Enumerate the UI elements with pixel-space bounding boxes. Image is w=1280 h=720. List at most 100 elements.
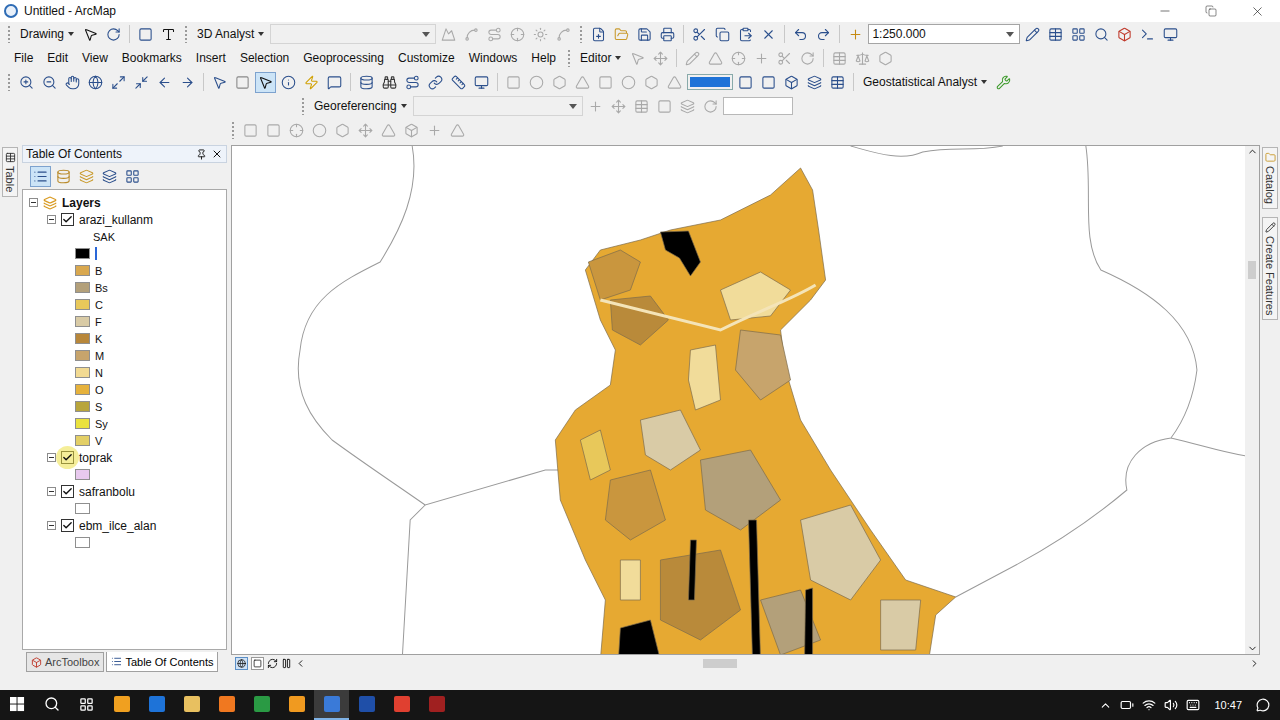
save-button[interactable] [634, 24, 655, 45]
steepest-path-button[interactable] [461, 24, 482, 45]
legend-swatch[interactable] [75, 435, 90, 446]
editor-toolbar-button[interactable] [1022, 24, 1043, 45]
restore-button[interactable] [1188, 0, 1234, 22]
html-popup-button[interactable] [324, 72, 345, 93]
data-view-button[interactable] [235, 657, 248, 670]
close-panel-icon[interactable] [211, 148, 223, 160]
network-icon[interactable] [1142, 698, 1156, 712]
taskbar-app[interactable] [104, 690, 139, 720]
notifications-icon[interactable] [1256, 698, 1270, 712]
legend-label[interactable]: V [95, 435, 102, 447]
edit-annotation-button[interactable] [650, 48, 671, 69]
scroll-down-icon[interactable] [1247, 643, 1258, 654]
legend-label[interactable]: N [95, 367, 103, 379]
toolbar-grip[interactable] [579, 25, 583, 43]
line-of-sight-button[interactable] [484, 24, 505, 45]
delete-button[interactable] [758, 24, 779, 45]
time-slider-button[interactable] [471, 72, 492, 93]
adjust-2-button[interactable] [263, 120, 284, 141]
battery-icon[interactable] [1120, 698, 1134, 712]
layer-checkbox[interactable] [61, 213, 74, 226]
taskbar-app[interactable] [244, 690, 279, 720]
legend-label[interactable]: K [95, 333, 102, 345]
create-features-button[interactable] [875, 48, 896, 69]
fit-display-button[interactable] [654, 96, 675, 117]
georeferencing-dropdown[interactable]: Georeferencing [310, 96, 411, 116]
copy-button[interactable] [712, 24, 733, 45]
rotate-edit-button[interactable] [797, 48, 818, 69]
fixed-zoom-in-button[interactable] [108, 72, 129, 93]
legend-label[interactable]: C [95, 299, 103, 311]
taskbar-app[interactable] [419, 690, 454, 720]
midpoint-button[interactable] [751, 48, 772, 69]
toolbar-grip[interactable] [7, 25, 11, 43]
forward-extent-button[interactable] [177, 72, 198, 93]
scroll-right-icon[interactable] [1249, 658, 1260, 669]
scroll-track[interactable] [1248, 157, 1256, 643]
layout-5-button[interactable] [595, 72, 616, 93]
legend-swatch[interactable] [75, 401, 90, 412]
volume-icon[interactable] [1164, 698, 1178, 712]
frame-c-button[interactable] [781, 72, 802, 93]
legend-swatch[interactable] [75, 367, 90, 378]
print-button[interactable] [657, 24, 678, 45]
toolbox-button[interactable] [1114, 24, 1135, 45]
task-view-button[interactable] [69, 690, 104, 720]
side-tab[interactable]: Catalog [1262, 147, 1278, 209]
layout-view-button[interactable] [251, 657, 264, 670]
adjust-8-button[interactable] [401, 120, 422, 141]
minimize-button[interactable] [1142, 0, 1188, 22]
legend-label[interactable]: F [95, 316, 102, 328]
layout-8-button[interactable] [664, 72, 685, 93]
legend-label[interactable]: Bs [95, 282, 108, 294]
legend-swatch[interactable] [75, 248, 90, 259]
legend-swatch[interactable] [75, 350, 90, 361]
legend-swatch[interactable] [75, 384, 90, 395]
catalog-button[interactable] [1068, 24, 1089, 45]
keyboard-icon[interactable] [1186, 698, 1200, 712]
straight-segment-button[interactable] [682, 48, 703, 69]
attributes-button[interactable] [829, 48, 850, 69]
layout-6-button[interactable] [618, 72, 639, 93]
options-button[interactable] [122, 166, 143, 187]
toolbar-grip[interactable] [231, 121, 235, 139]
frame-e-button[interactable] [827, 72, 848, 93]
layout-3-button[interactable] [549, 72, 570, 93]
measure-button[interactable] [356, 72, 377, 93]
taskbar-app[interactable] [349, 690, 384, 720]
taskbar-app[interactable] [314, 690, 349, 720]
georeferencing-layer-combo[interactable] [413, 96, 583, 116]
legend-swatch[interactable] [75, 282, 90, 293]
horizontal-scroll-track[interactable] [309, 659, 1246, 668]
expander[interactable] [47, 521, 56, 530]
search-button[interactable] [1091, 24, 1112, 45]
layer-combo[interactable] [270, 24, 436, 44]
horizontal-scroll-thumb[interactable] [703, 659, 737, 668]
go-to-xy-button[interactable] [425, 72, 446, 93]
layout-7-button[interactable] [641, 72, 662, 93]
add-data-button[interactable] [845, 24, 866, 45]
taskbar-app[interactable] [209, 690, 244, 720]
close-button[interactable] [1234, 0, 1280, 22]
legend-swatch[interactable] [75, 503, 90, 514]
find-button[interactable] [379, 72, 400, 93]
vertical-scrollbar[interactable] [1245, 146, 1259, 654]
analyst-dropdown[interactable]: 3D Analyst [193, 24, 268, 44]
menu-file[interactable]: File [8, 49, 39, 67]
legend-swatch[interactable] [75, 418, 90, 429]
find-route-button[interactable] [402, 72, 423, 93]
pin-icon[interactable] [196, 149, 207, 160]
legend-label[interactable]: B [95, 265, 102, 277]
frame-a-button[interactable] [735, 72, 756, 93]
undo-button[interactable] [790, 24, 811, 45]
adjust-3-button[interactable] [286, 120, 307, 141]
layer-name[interactable]: toprak [79, 451, 112, 465]
adjust-9-button[interactable] [424, 120, 445, 141]
expander[interactable] [47, 487, 56, 496]
adjust-4-button[interactable] [309, 120, 330, 141]
editor-dropdown[interactable]: Editor [576, 48, 625, 68]
layer-checkbox[interactable] [61, 451, 74, 464]
menu-geoprocessing[interactable]: Geoprocessing [297, 49, 390, 67]
split-button[interactable] [774, 48, 795, 69]
hyperlink-button[interactable] [301, 72, 322, 93]
